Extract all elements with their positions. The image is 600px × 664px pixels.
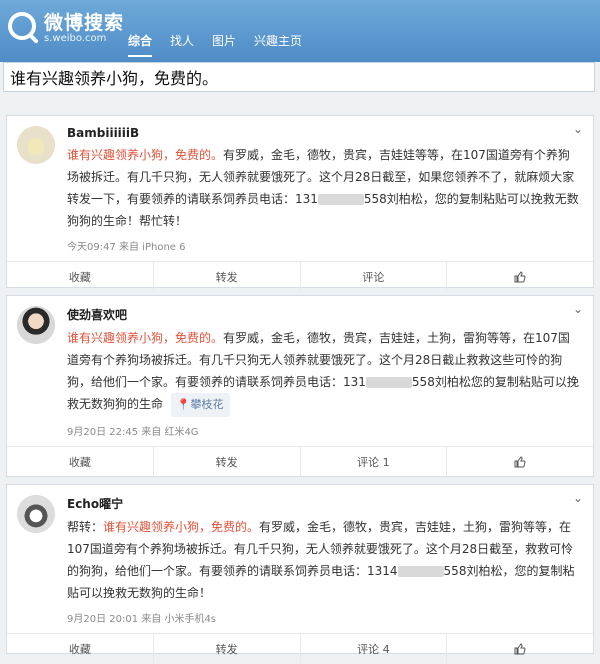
redacted-number [317,194,364,205]
nav-tabs: 综合 找人 图片 兴趣主页 [128,30,302,57]
post-text: 谁有兴趣领养小狗，免费的。有罗威，金毛，德牧，贵宾，吉娃娃等等，在107国道旁有… [67,144,581,232]
location-tag[interactable]: 📍攀枝花 [170,393,230,417]
post-meta: 9月20日 20:01 来自 小米手机4s [67,614,217,625]
location-pin-icon: 📍 [176,398,191,411]
avatar[interactable] [17,306,55,344]
post-actions: 收藏 转发 评论 4 [7,633,593,664]
post-meta: 9月20日 22:45 来自 红米4G [67,427,199,438]
repost-button[interactable]: 转发 [154,447,301,477]
chevron-down-icon[interactable]: ⌄ [573,302,583,316]
weibo-search-logo[interactable]: 微博搜索 s.weibo.com [8,8,124,44]
post-text: 谁有兴趣领养小狗，免费的。有罗威，金毛，德牧，贵宾，吉娃娃，土狗，雷狗等等，在1… [67,327,581,417]
avatar[interactable] [17,126,55,164]
location-label: 攀枝花 [190,398,224,411]
post-username[interactable]: BambiiiiiiB [67,126,581,140]
comment-button[interactable]: 评论 1 [301,447,448,477]
like-button[interactable] [447,262,593,292]
tab-find-people[interactable]: 找人 [170,30,194,57]
app-subtitle: s.weibo.com [44,33,107,44]
post-actions: 收藏 转发 评论 [7,261,593,292]
comment-button[interactable]: 评论 4 [301,634,448,664]
thumbs-up-icon [514,271,526,283]
chevron-down-icon[interactable]: ⌄ [573,122,583,136]
like-button[interactable] [447,634,593,664]
post-username[interactable]: 使劲喜欢吧 [67,306,581,323]
tab-interest-home[interactable]: 兴趣主页 [254,30,302,57]
redacted-number [365,377,412,388]
avatar[interactable] [17,495,55,533]
thumbs-up-icon [514,456,526,468]
favorite-button[interactable]: 收藏 [7,262,154,292]
tab-images[interactable]: 图片 [212,30,236,57]
post-prefix: 帮转： [67,520,104,534]
post-actions: 收藏 转发 评论 1 [7,446,593,477]
post-card: ⌄ Echo曜宁 帮转：谁有兴趣领养小狗，免费的。有罗威，金毛，德牧，贵宾，吉娃… [6,484,594,664]
post-text: 帮转：谁有兴趣领养小狗，免费的。有罗威，金毛，德牧，贵宾，吉娃娃，土狗，雷狗等等… [67,516,581,604]
thumbs-up-icon [514,643,526,655]
repost-button[interactable]: 转发 [154,262,301,292]
post-username[interactable]: Echo曜宁 [67,495,581,512]
app-title: 微博搜索 [44,12,125,34]
tab-comprehensive[interactable]: 综合 [128,30,153,57]
chevron-down-icon[interactable]: ⌄ [573,491,583,505]
post-card: ⌄ BambiiiiiiB 谁有兴趣领养小狗，免费的。有罗威，金毛，德牧，贵宾，… [6,115,594,292]
search-highlight: 谁有兴趣领养小狗，免费的。 [67,331,224,345]
comment-button[interactable]: 评论 [301,262,448,292]
search-highlight: 谁有兴趣领养小狗，免费的。 [67,148,224,162]
like-button[interactable] [447,447,593,477]
favorite-button[interactable]: 收藏 [7,634,154,664]
post-card: ⌄ 使劲喜欢吧 谁有兴趣领养小狗，免费的。有罗威，金毛，德牧，贵宾，吉娃娃，土狗… [6,295,594,477]
search-query[interactable]: 谁有兴趣领养小狗，免费的。 [3,62,595,92]
top-bar: 微博搜索 s.weibo.com 综合 找人 图片 兴趣主页 [0,0,600,62]
search-logo-icon [8,12,36,40]
repost-button[interactable]: 转发 [154,634,301,664]
favorite-button[interactable]: 收藏 [7,447,154,477]
search-highlight: 谁有兴趣领养小狗，免费的。 [103,520,260,534]
post-meta: 今天09:47 来自 iPhone 6 [67,242,186,253]
redacted-number [397,566,444,577]
